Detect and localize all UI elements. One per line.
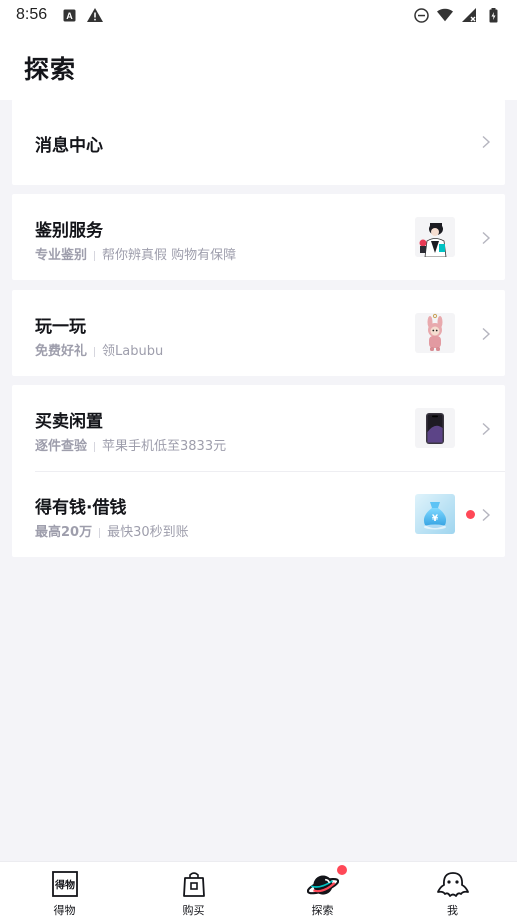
row-title: 得有钱·借钱 xyxy=(35,498,127,518)
new-badge-dot xyxy=(466,510,475,519)
row-subtitle: 专业鉴别 帮你辨真假 购物有保障 xyxy=(35,244,236,263)
status-time: 8:56 xyxy=(16,6,48,23)
row-tag: 专业鉴别 xyxy=(35,248,88,263)
warning-icon xyxy=(87,7,104,23)
message-center-row[interactable]: 消息中心 xyxy=(12,99,505,185)
shopping-bag-icon xyxy=(182,872,205,897)
svg-text:A: A xyxy=(66,11,73,21)
planet-icon xyxy=(306,875,339,895)
row-desc: 领Labubu xyxy=(102,344,164,359)
secondhand-loan-card: 买卖闲置 逐件查验 苹果手机低至3833元 得有钱·借钱 最高20万 最快30秒到账 xyxy=(12,385,505,557)
labubu-doll-thumbnail xyxy=(415,313,455,353)
chevron-right-icon xyxy=(482,422,491,436)
message-center-card: 消息中心 xyxy=(12,99,505,185)
dewu-logo-icon: 得物 xyxy=(51,871,78,897)
profile-mascot-icon xyxy=(436,872,469,897)
row-subtitle: 免费好礼 领Labubu xyxy=(35,340,163,359)
row-desc: 最快30秒到账 xyxy=(107,525,189,540)
tab-label: 我 xyxy=(447,904,458,917)
svg-text:¥: ¥ xyxy=(432,514,439,524)
row-tag: 免费好礼 xyxy=(35,344,88,359)
row-tag: 最高20万 xyxy=(35,525,93,540)
play-card: 玩一玩 免费好礼 领Labubu xyxy=(12,290,505,376)
dnd-icon xyxy=(413,7,429,23)
row-title: 玩一玩 xyxy=(35,317,86,337)
chevron-right-icon xyxy=(482,508,491,522)
tab-badge-dot xyxy=(337,865,347,875)
status-bar: 8:56 A xyxy=(0,0,517,30)
row-subtitle: 逐件查验 苹果手机低至3833元 xyxy=(35,435,226,454)
appraisal-service-row[interactable]: 鉴别服务 专业鉴别 帮你辨真假 购物有保障 xyxy=(12,194,505,280)
appraiser-figure-thumbnail xyxy=(415,217,455,257)
secondhand-trade-row[interactable]: 买卖闲置 逐件查验 苹果手机低至3833元 xyxy=(12,385,505,471)
tab-explore[interactable]: 探索 xyxy=(258,862,387,919)
page-title: 探索 xyxy=(24,55,77,84)
tab-label: 得物 xyxy=(53,904,76,917)
tab-dewu[interactable]: 得物 得物 xyxy=(0,862,129,919)
wifi-icon xyxy=(437,7,453,23)
bottom-tab-bar: 得物 得物 购买 探索 我 xyxy=(0,861,517,919)
loan-row[interactable]: 得有钱·借钱 最高20万 最快30秒到账 ¥ xyxy=(12,471,505,557)
row-desc: 苹果手机低至3833元 xyxy=(102,439,227,454)
chevron-right-icon xyxy=(482,135,491,149)
appraisal-service-card: 鉴别服务 专业鉴别 帮你辨真假 购物有保障 xyxy=(12,194,505,280)
a-box-icon: A xyxy=(61,7,77,23)
tab-buy[interactable]: 购买 xyxy=(129,862,258,919)
tab-me[interactable]: 我 xyxy=(388,862,517,919)
chevron-right-icon xyxy=(482,327,491,341)
page-header: 探索 xyxy=(0,30,517,100)
row-title: 鉴别服务 xyxy=(35,221,103,241)
row-title: 买卖闲置 xyxy=(35,412,103,432)
tab-label: 购买 xyxy=(182,904,205,917)
signal-icon xyxy=(461,7,477,23)
tab-label: 探索 xyxy=(311,904,334,917)
row-desc: 帮你辨真假 购物有保障 xyxy=(102,248,237,263)
svg-text:得物: 得物 xyxy=(54,879,75,892)
row-subtitle: 最高20万 最快30秒到账 xyxy=(35,521,189,540)
money-bag-thumbnail: ¥ xyxy=(415,494,455,534)
play-row[interactable]: 玩一玩 免费好礼 领Labubu xyxy=(12,290,505,376)
row-tag: 逐件查验 xyxy=(35,439,88,454)
battery-icon xyxy=(485,7,501,23)
chevron-right-icon xyxy=(482,231,491,245)
iphone-thumbnail xyxy=(415,408,455,448)
row-title: 消息中心 xyxy=(35,136,103,156)
